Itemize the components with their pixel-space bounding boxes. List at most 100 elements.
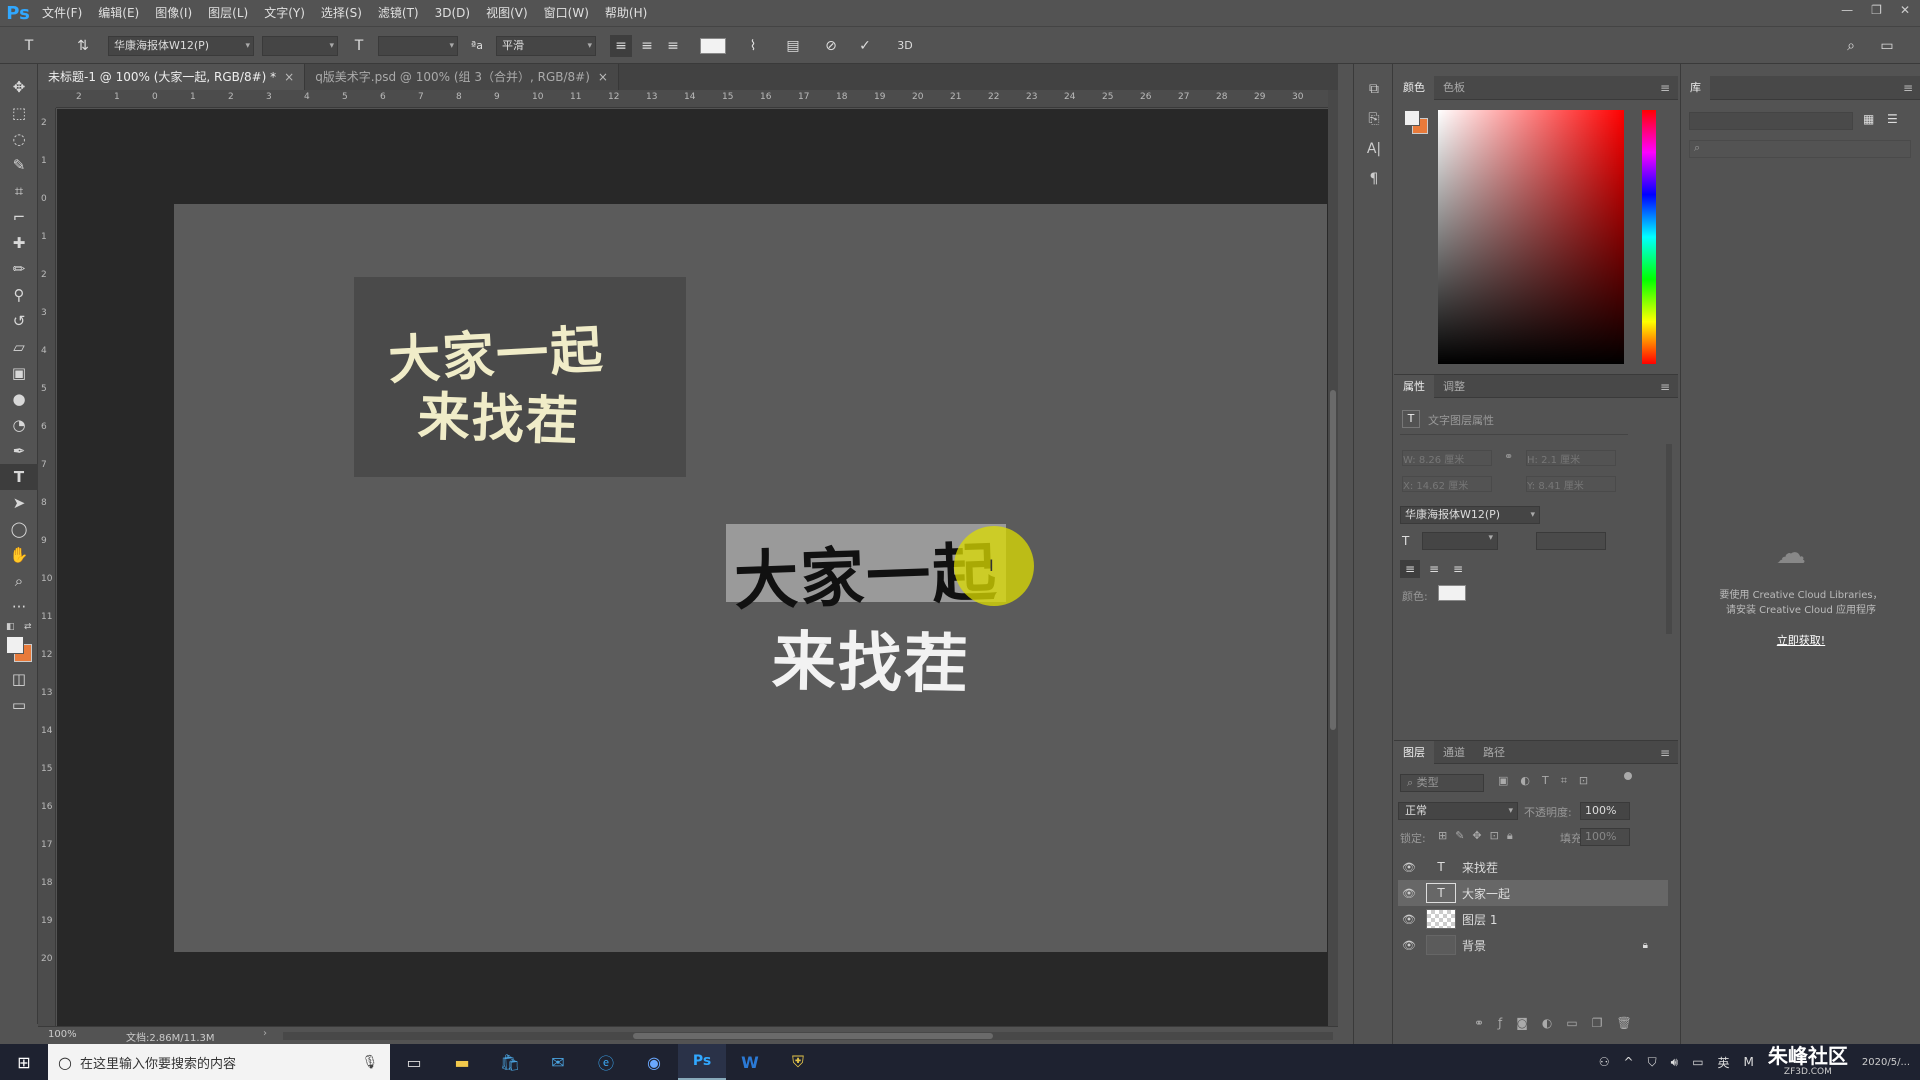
microphone-icon[interactable]: 🎙︎ xyxy=(361,1055,378,1070)
menu-item[interactable]: 视图(V) xyxy=(478,0,536,26)
panel-menu-icon[interactable]: ≡ xyxy=(1660,76,1670,100)
history-panel-icon[interactable]: ⧉ xyxy=(1354,74,1394,104)
zoom-tool-icon[interactable]: ⌕ xyxy=(0,568,38,594)
menu-item[interactable]: 图像(I) xyxy=(147,0,200,26)
color-spectrum-field[interactable] xyxy=(1438,110,1624,364)
foreground-color-swatch[interactable] xyxy=(6,636,24,654)
font-style-select[interactable]: ▾ xyxy=(262,36,338,56)
character-panel-icon[interactable]: ▤ xyxy=(782,35,804,57)
eraser-tool-icon[interactable]: ▱ xyxy=(0,334,38,360)
menu-item[interactable]: 文字(Y) xyxy=(256,0,313,26)
menu-item[interactable]: 选择(S) xyxy=(313,0,370,26)
close-tab-icon[interactable]: × xyxy=(598,70,608,84)
close-icon[interactable]: ✕ xyxy=(1900,3,1910,17)
link-icon[interactable]: ⚭ xyxy=(1504,450,1513,463)
tray-chevron-icon[interactable]: ^ xyxy=(1624,1055,1634,1069)
vertical-scrollbar[interactable] xyxy=(1328,90,1338,1026)
healing-brush-tool-icon[interactable]: ✚ xyxy=(0,230,38,256)
tab-channels[interactable]: 通道 xyxy=(1434,741,1474,765)
align-right-icon[interactable]: ≡ xyxy=(662,35,684,57)
layer-actions[interactable]: ⚭ƒ◙◐▭❐🗑︎ xyxy=(1474,1016,1646,1030)
menu-item[interactable]: 滤镜(T) xyxy=(370,0,427,26)
properties-color-swatch[interactable] xyxy=(1438,585,1466,601)
eyedropper-tool-icon[interactable]: ⌐ xyxy=(0,204,38,230)
foreground-swatch[interactable] xyxy=(1404,110,1420,126)
crop-tool-icon[interactable]: ⌗ xyxy=(0,178,38,204)
screen-mode-icon[interactable]: ▭ xyxy=(0,692,38,718)
tab-swatches[interactable]: 色板 xyxy=(1434,76,1474,100)
opacity-field[interactable]: 100% xyxy=(1580,802,1630,820)
tab-untitled-1[interactable]: 未标题-1 @ 100% (大家一起, RGB/8#) * × xyxy=(38,64,306,90)
horizontal-scroll-thumb[interactable] xyxy=(633,1033,993,1039)
visibility-eye-icon[interactable]: 👁︎ xyxy=(1398,913,1420,926)
mail-icon[interactable]: ✉ xyxy=(534,1044,582,1080)
font-size-select[interactable]: ▾ xyxy=(378,36,458,56)
commit-edit-icon[interactable]: ✓ xyxy=(854,35,876,57)
layer-row[interactable]: 👁︎ 背景 🔒︎ xyxy=(1398,932,1668,958)
grid-view-icon[interactable]: ▦ xyxy=(1863,112,1874,126)
y-field[interactable]: Y: 8.41 厘米 xyxy=(1526,476,1616,492)
visibility-eye-icon[interactable]: 👁︎ xyxy=(1398,887,1420,900)
panel-menu-icon[interactable]: ≡ xyxy=(1903,76,1913,100)
taskbar-search[interactable]: ○ 在这里输入你要搜索的内容 🎙︎ xyxy=(48,1044,390,1080)
3d-icon[interactable]: 3D xyxy=(894,35,916,57)
panel-menu-icon[interactable]: ≡ xyxy=(1660,741,1670,765)
prop-align-right-icon[interactable]: ≡ xyxy=(1448,560,1468,578)
width-field[interactable]: W: 8.26 厘米 xyxy=(1402,450,1492,466)
warp-text-icon[interactable]: ⌇ xyxy=(742,35,764,57)
tab-adjustments[interactable]: 调整 xyxy=(1434,375,1474,399)
layer-row[interactable]: 👁︎ T 大家一起 xyxy=(1398,880,1668,906)
horizontal-scrollbar[interactable] xyxy=(283,1032,1333,1040)
layer-filter-icons[interactable]: ▣◐T⌗⊡ xyxy=(1498,774,1600,788)
prop-align-center-icon[interactable]: ≡ xyxy=(1424,560,1444,578)
list-view-icon[interactable]: ☰ xyxy=(1887,112,1898,126)
get-now-link[interactable]: 立即获取! xyxy=(1681,632,1920,648)
library-select[interactable] xyxy=(1689,112,1853,130)
cancel-edit-icon[interactable]: ⊘ xyxy=(820,35,842,57)
swap-colors-icon[interactable]: ⇄ xyxy=(24,622,32,632)
more-tools-icon[interactable]: ··· xyxy=(0,594,38,620)
filter-toggle-icon[interactable] xyxy=(1624,772,1632,780)
hand-tool-icon[interactable]: ✋ xyxy=(0,542,38,568)
tab-paths[interactable]: 路径 xyxy=(1474,741,1514,765)
properties-scrollbar[interactable] xyxy=(1666,444,1672,634)
blend-mode-select[interactable]: 正常 ▾ xyxy=(1398,802,1518,820)
defender-icon[interactable]: ⛉ xyxy=(1648,1055,1657,1070)
canvas-text-line-2[interactable]: 来找茬 xyxy=(771,610,971,705)
menu-item[interactable]: 图层(L) xyxy=(200,0,256,26)
lock-icon[interactable]: 🔒︎ xyxy=(1643,940,1648,951)
windows-start-icon[interactable]: ⊞ xyxy=(0,1044,48,1080)
layer-row[interactable]: 👁︎ 图层 1 xyxy=(1398,906,1668,932)
tab-library[interactable]: 库 xyxy=(1681,76,1710,100)
layer-filter-select[interactable]: ⌕ 类型 xyxy=(1400,774,1484,792)
type-tool-icon[interactable]: T xyxy=(0,464,38,490)
character-panel-icon[interactable]: A| xyxy=(1354,134,1394,164)
menu-item[interactable]: 文件(F) xyxy=(34,0,90,26)
input-language[interactable]: 英 xyxy=(1718,1054,1730,1071)
visibility-eye-icon[interactable]: 👁︎ xyxy=(1398,861,1420,874)
tab-q-art-text[interactable]: q版美术字.psd @ 100% (组 3（合并）, RGB/8#) × xyxy=(305,64,619,90)
menu-item[interactable]: 窗口(W) xyxy=(536,0,597,26)
minimize-icon[interactable]: — xyxy=(1841,3,1853,17)
type-tool-preset-icon[interactable]: T xyxy=(18,35,40,57)
vertical-scroll-thumb[interactable] xyxy=(1330,390,1336,730)
menu-item[interactable]: 编辑(E) xyxy=(90,0,147,26)
height-field[interactable]: H: 2.1 厘米 xyxy=(1526,450,1616,466)
leading-field[interactable] xyxy=(1536,532,1606,550)
canvas[interactable]: 大家一起 来找茬 大家一起 I 来找茬 xyxy=(174,204,1327,952)
security-taskbar-icon[interactable]: ⛨ xyxy=(774,1044,822,1080)
align-center-icon[interactable]: ≡ xyxy=(636,35,658,57)
clone-source-panel-icon[interactable]: ⎘ xyxy=(1354,104,1394,134)
blur-tool-icon[interactable]: ● xyxy=(0,386,38,412)
menu-item[interactable]: 帮助(H) xyxy=(597,0,655,26)
lock-icons[interactable]: ⊞✎✥⊡🔒︎ xyxy=(1438,829,1521,843)
quick-mask-icon[interactable]: ◫ xyxy=(0,666,38,692)
search-icon[interactable]: ⌕ xyxy=(1840,35,1862,57)
prop-align-left-icon[interactable]: ≡ xyxy=(1400,560,1420,578)
properties-font-select[interactable]: 华康海报体W12(P) ▾ xyxy=(1400,506,1540,524)
move-tool-icon[interactable]: ✥ xyxy=(0,74,38,100)
properties-size-select[interactable]: ▾ xyxy=(1422,532,1498,550)
fill-field[interactable]: 100% xyxy=(1580,828,1630,846)
font-family-select[interactable]: 华康海报体W12(P) ▾ xyxy=(108,36,254,56)
anti-alias-select[interactable]: 平滑 ▾ xyxy=(496,36,596,56)
